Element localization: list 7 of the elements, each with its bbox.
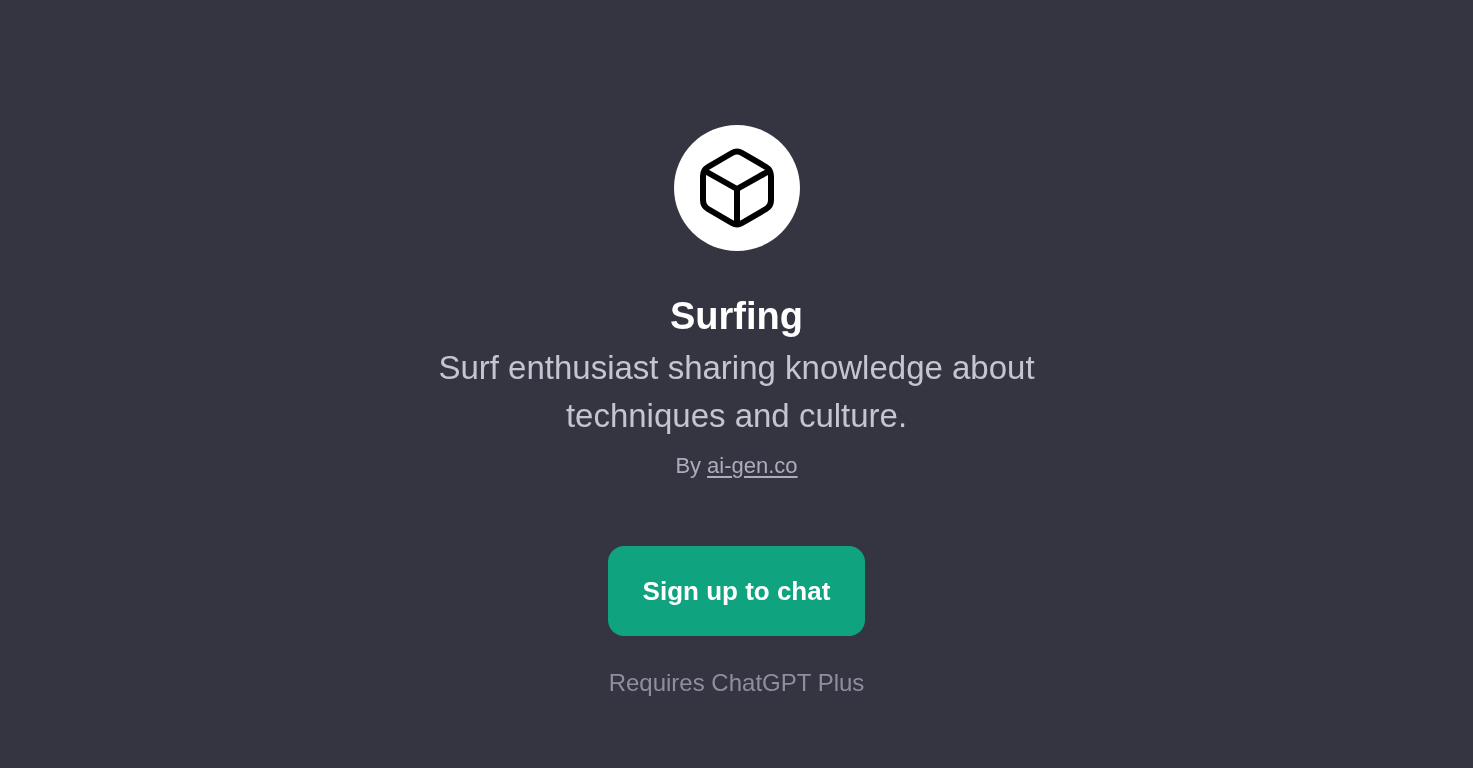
requirement-note: Requires ChatGPT Plus (608, 669, 865, 697)
by-label: By (675, 452, 702, 480)
gpt-description: Surf enthusiast sharing knowledge about techniques and culture. (437, 348, 1036, 436)
sign-up-button[interactable]: Sign up to chat (608, 546, 865, 636)
cube-icon (673, 125, 800, 251)
author-link[interactable]: ai-gen.co (707, 452, 798, 480)
gpt-title: Surfing (670, 294, 803, 338)
